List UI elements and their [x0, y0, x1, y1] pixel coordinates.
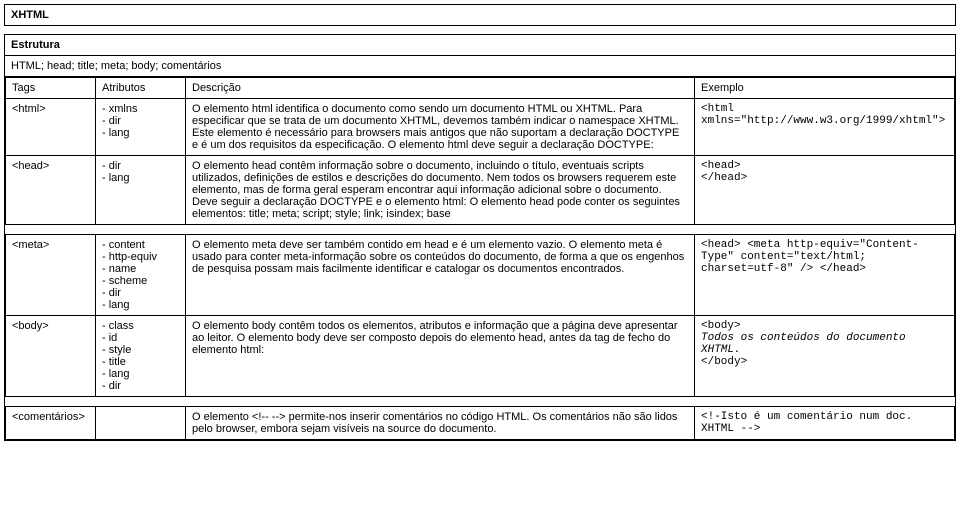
- spacer-row: [6, 397, 955, 407]
- cell-desc: O elemento html identifica o documento c…: [186, 99, 695, 156]
- page-title: XHTML: [4, 4, 956, 26]
- cell-tag: <comentários>: [6, 407, 96, 440]
- attr-item: - dir: [102, 287, 179, 299]
- attr-item: - id: [102, 332, 179, 344]
- cell-example: <!-Isto é um comentário num doc.XHTML --…: [695, 407, 955, 440]
- cell-tag: <head>: [6, 156, 96, 225]
- attr-item: - dir: [102, 380, 179, 392]
- col-atributos: Atributos: [96, 78, 186, 99]
- cell-attrs: [96, 407, 186, 440]
- cell-desc: O elemento meta deve ser também contido …: [186, 235, 695, 316]
- attr-item: - lang: [102, 127, 179, 139]
- attr-item: - lang: [102, 368, 179, 380]
- col-descricao: Descrição: [186, 78, 695, 99]
- cell-attrs: - xmlns- dir- lang: [96, 99, 186, 156]
- table-row: <body>- class- id- style- title- lang- d…: [6, 316, 955, 397]
- attr-item: - dir: [102, 160, 179, 172]
- attr-item: - lang: [102, 172, 179, 184]
- table-row: <html>- xmlns- dir- langO elemento html …: [6, 99, 955, 156]
- attr-item: - class: [102, 320, 179, 332]
- cell-attrs: - content- http-equiv- name- scheme- dir…: [96, 235, 186, 316]
- cell-desc: O elemento body contêm todos os elemento…: [186, 316, 695, 397]
- cell-attrs: - dir- lang: [96, 156, 186, 225]
- attr-item: - style: [102, 344, 179, 356]
- attr-item: - name: [102, 263, 179, 275]
- cell-desc: O elemento <!-- --> permite-nos inserir …: [186, 407, 695, 440]
- cell-desc: O elemento head contêm informação sobre …: [186, 156, 695, 225]
- table-header-row: Tags Atributos Descrição Exemplo: [6, 78, 955, 99]
- attr-item: - dir: [102, 115, 179, 127]
- content-box: Estrutura HTML; head; title; meta; body;…: [4, 34, 956, 441]
- cell-example: <body>Todos os conteúdos do documento XH…: [695, 316, 955, 397]
- section-heading: Estrutura: [5, 35, 955, 56]
- attr-item: - xmlns: [102, 103, 179, 115]
- attr-item: - lang: [102, 299, 179, 311]
- col-exemplo: Exemplo: [695, 78, 955, 99]
- cell-example: <htmlxmlns="http://www.w3.org/1999/xhtml…: [695, 99, 955, 156]
- cell-example: <head></head>: [695, 156, 955, 225]
- reference-table: Tags Atributos Descrição Exemplo <html>-…: [5, 77, 955, 440]
- attr-item: - title: [102, 356, 179, 368]
- table-row: <comentários> O elemento <!-- --> permite…: [6, 407, 955, 440]
- cell-tag: <body>: [6, 316, 96, 397]
- cell-tag: <html>: [6, 99, 96, 156]
- subsection-heading: HTML; head; title; meta; body; comentári…: [5, 56, 955, 77]
- cell-example: <head> <meta http-equiv="Content-Type" c…: [695, 235, 955, 316]
- attr-item: - scheme: [102, 275, 179, 287]
- table-row: <meta>- content- http-equiv- name- schem…: [6, 235, 955, 316]
- attr-item: - http-equiv: [102, 251, 179, 263]
- spacer-row: [6, 225, 955, 235]
- col-tags: Tags: [6, 78, 96, 99]
- table-row: <head>- dir- langO elemento head contêm …: [6, 156, 955, 225]
- cell-tag: <meta>: [6, 235, 96, 316]
- attr-item: - content: [102, 239, 179, 251]
- cell-attrs: - class- id- style- title- lang- dir: [96, 316, 186, 397]
